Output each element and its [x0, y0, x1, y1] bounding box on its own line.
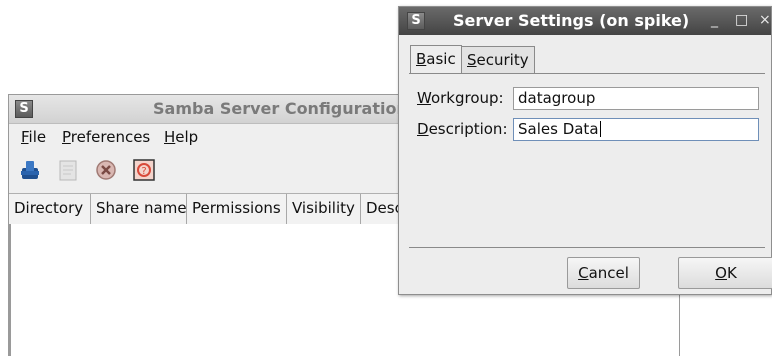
tab-security[interactable]: Security: [461, 46, 535, 73]
minimize-icon[interactable]: _: [711, 12, 718, 28]
add-share-icon[interactable]: [19, 159, 41, 181]
menu-preferences[interactable]: Preferences: [62, 128, 150, 146]
column-share-name[interactable]: Share name: [91, 194, 187, 224]
workgroup-field[interactable]: datagroup: [513, 87, 759, 110]
basic-tab-panel: Workgroup: datagroup Description: Sales …: [409, 73, 765, 252]
samba-app-icon: S: [15, 100, 33, 118]
text-caret: [599, 121, 601, 137]
svg-text:?: ?: [141, 166, 146, 177]
workgroup-label: Workgroup:: [417, 89, 504, 107]
cancel-button[interactable]: Cancel: [567, 257, 640, 289]
tab-bar: Basic Security: [410, 45, 771, 74]
column-permissions[interactable]: Permissions: [187, 194, 287, 224]
dialog-separator: [409, 247, 765, 248]
samba-app-icon: S: [407, 12, 425, 30]
ok-button[interactable]: OK: [678, 257, 772, 289]
description-field[interactable]: Sales Data: [513, 118, 759, 141]
dialog-title: Server Settings (on spike): [453, 11, 690, 30]
close-icon[interactable]: ×: [759, 12, 771, 28]
description-label: Description:: [417, 120, 508, 138]
menu-file[interactable]: File: [21, 128, 46, 146]
server-settings-dialog: S Server Settings (on spike) _ □ × Basic…: [398, 6, 772, 295]
properties-icon[interactable]: [57, 159, 79, 181]
column-visibility[interactable]: Visibility: [287, 194, 361, 224]
maximize-icon[interactable]: □: [735, 12, 748, 28]
delete-icon[interactable]: [95, 159, 117, 181]
main-window-title: Samba Server Configuration: [153, 99, 408, 118]
menu-help[interactable]: Help: [164, 128, 198, 146]
dialog-titlebar[interactable]: S Server Settings (on spike) _ □ ×: [399, 7, 771, 35]
column-directory[interactable]: Directory: [9, 194, 91, 224]
help-icon[interactable]: ?: [133, 159, 155, 181]
tab-basic[interactable]: Basic: [410, 45, 462, 74]
